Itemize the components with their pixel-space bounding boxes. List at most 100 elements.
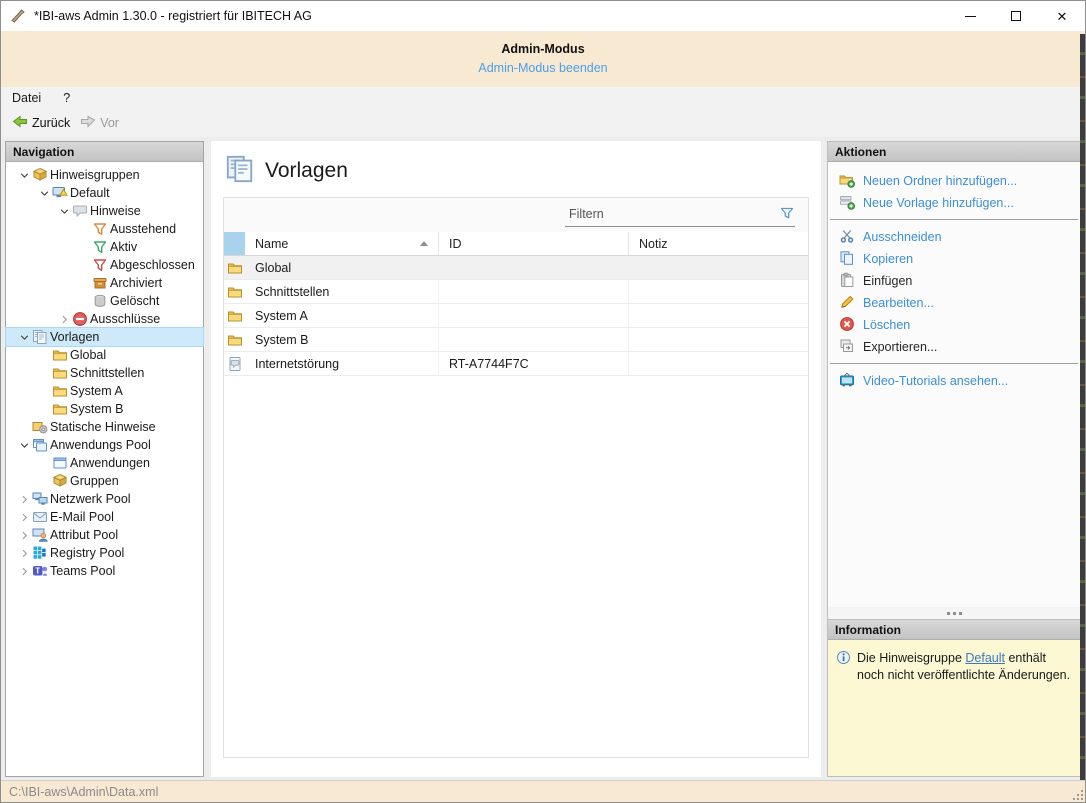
cell-name: System B <box>245 328 439 351</box>
minimize-button[interactable] <box>947 1 993 31</box>
nav-item-ausstehend[interactable]: Ausstehend <box>6 220 203 238</box>
nav-item-abgeschlossen[interactable]: Abgeschlossen <box>6 256 203 274</box>
action-l-schen[interactable]: Löschen <box>828 314 1080 336</box>
window-controls: ✕ <box>947 1 1085 31</box>
column-header-notiz[interactable]: Notiz <box>629 232 808 255</box>
action-ausschneiden[interactable]: Ausschneiden <box>828 226 1080 248</box>
column-header-id[interactable]: ID <box>439 232 629 255</box>
nav-item-label: Schnittstellen <box>70 366 144 380</box>
nav-item-label: Netzwerk Pool <box>50 492 131 506</box>
back-button[interactable]: Zurück <box>7 112 75 135</box>
action-video-tutorials-ansehen[interactable]: Video-Tutorials ansehen... <box>828 370 1080 392</box>
cell-name: Internetstörung <box>245 352 439 375</box>
sort-asc-icon <box>420 241 428 246</box>
action-label: Löschen <box>863 318 910 332</box>
table-row-global[interactable]: Global <box>224 256 808 280</box>
nav-item-label: Global <box>70 348 106 362</box>
chevron-right-icon[interactable] <box>16 548 32 559</box>
nav-item-system-a[interactable]: System A <box>6 382 203 400</box>
action-kopieren[interactable]: Kopieren <box>828 248 1080 270</box>
nav-item-hinweisgruppen[interactable]: Hinweisgruppen <box>6 166 203 184</box>
information-text: Die Hinweisgruppe Default enthält noch n… <box>857 650 1072 684</box>
action-label: Video-Tutorials ansehen... <box>863 374 1008 388</box>
nav-item-schnittstellen[interactable]: Schnittstellen <box>6 364 203 382</box>
nav-item-gruppen[interactable]: Gruppen <box>6 472 203 490</box>
admin-mode-exit-link[interactable]: Admin-Modus beenden <box>1 61 1085 75</box>
chevron-right-icon[interactable] <box>56 314 72 325</box>
cell-notiz <box>629 328 808 351</box>
close-button[interactable]: ✕ <box>1039 1 1085 31</box>
menubar: Datei? <box>1 87 1085 109</box>
attribut-icon <box>32 527 50 543</box>
nav-item-label: Anwendungs Pool <box>50 438 151 452</box>
table-row-internetst-rung[interactable]: InternetstörungRT-A7744F7C <box>224 352 808 376</box>
chevron-right-icon[interactable] <box>16 494 32 505</box>
resize-grip[interactable] <box>1071 788 1083 800</box>
actions-separator <box>830 219 1078 220</box>
chevron-right-icon[interactable] <box>16 566 32 577</box>
menu-item-datei[interactable]: Datei <box>1 89 52 107</box>
action-bearbeiten[interactable]: Bearbeiten... <box>828 292 1080 314</box>
close-icon: ✕ <box>1057 10 1068 23</box>
trash-icon <box>92 293 110 309</box>
nav-item-system-b[interactable]: System B <box>6 400 203 418</box>
chevron-down-icon[interactable] <box>16 170 32 181</box>
nav-item-anwendungs-pool[interactable]: Anwendungs Pool <box>6 436 203 454</box>
panel-splitter[interactable] <box>827 607 1081 619</box>
filter-input[interactable] <box>565 207 779 221</box>
toolbar: Zurück Vor <box>1 109 1085 137</box>
chevron-down-icon[interactable] <box>16 440 32 451</box>
nav-item-vorlagen[interactable]: Vorlagen <box>6 328 203 346</box>
chevron-right-icon[interactable] <box>16 530 32 541</box>
nav-item-label: Attribut Pool <box>50 528 118 542</box>
archive-icon <box>92 275 110 291</box>
nav-item-teams-pool[interactable]: TTeams Pool <box>6 562 203 580</box>
no-entry-icon <box>72 311 90 327</box>
nav-item-registry-pool[interactable]: Registry Pool <box>6 544 203 562</box>
nav-item-ausschl-sse[interactable]: Ausschlüsse <box>6 310 203 328</box>
filter-box <box>565 202 795 227</box>
paste-icon <box>839 272 855 291</box>
folder-icon <box>224 308 245 324</box>
nav-item-label: System A <box>70 384 123 398</box>
table-row-schnittstellen[interactable]: Schnittstellen <box>224 280 808 304</box>
table-row-system-a[interactable]: System A <box>224 304 808 328</box>
nav-item-label: Anwendungen <box>70 456 150 470</box>
nav-item-gel-scht[interactable]: Gelöscht <box>6 292 203 310</box>
action-einf-gen: Einfügen <box>828 270 1080 292</box>
nav-item-e-mail-pool[interactable]: E-Mail Pool <box>6 508 203 526</box>
filter-funnel-icon[interactable] <box>779 205 795 224</box>
chevron-down-icon[interactable] <box>16 332 32 343</box>
menu-item-[interactable]: ? <box>52 89 81 107</box>
nav-item-netzwerk-pool[interactable]: Netzwerk Pool <box>6 490 203 508</box>
page-title: Vorlagen <box>211 141 821 187</box>
nav-item-aktiv[interactable]: Aktiv <box>6 238 203 256</box>
nav-item-archiviert[interactable]: Archiviert <box>6 274 203 292</box>
nav-item-default[interactable]: Default <box>6 184 203 202</box>
nav-item-attribut-pool[interactable]: Attribut Pool <box>6 526 203 544</box>
nav-item-statische-hinweise[interactable]: Statische Hinweise <box>6 418 203 436</box>
action-label: Ausschneiden <box>863 230 942 244</box>
action-neue-vorlage-hinzuf-gen[interactable]: Neue Vorlage hinzufügen... <box>828 192 1080 214</box>
column-header-name[interactable]: Name <box>245 232 439 255</box>
chevron-down-icon[interactable] <box>36 188 52 199</box>
nav-item-label: Ausschlüsse <box>90 312 160 326</box>
default-group-link[interactable]: Default <box>965 651 1005 665</box>
nav-item-anwendungen[interactable]: Anwendungen <box>6 454 203 472</box>
table-row-system-b[interactable]: System B <box>224 328 808 352</box>
folder-icon <box>52 365 70 381</box>
nav-item-global[interactable]: Global <box>6 346 203 364</box>
maximize-button[interactable] <box>993 1 1039 31</box>
cell-id <box>439 256 629 279</box>
pencil-icon <box>839 294 855 313</box>
chevron-down-icon[interactable] <box>56 206 72 217</box>
table-select-all-cell[interactable] <box>224 232 245 255</box>
nav-item-hinweise[interactable]: Hinweise <box>6 202 203 220</box>
action-neuen-ordner-hinzuf-gen[interactable]: Neuen Ordner hinzufügen... <box>828 170 1080 192</box>
scissors-icon <box>839 228 855 247</box>
folder-icon <box>224 284 245 300</box>
action-label: Neue Vorlage hinzufügen... <box>863 196 1014 210</box>
folder-icon <box>52 347 70 363</box>
chevron-right-icon[interactable] <box>16 512 32 523</box>
nav-item-label: Aktiv <box>110 240 137 254</box>
